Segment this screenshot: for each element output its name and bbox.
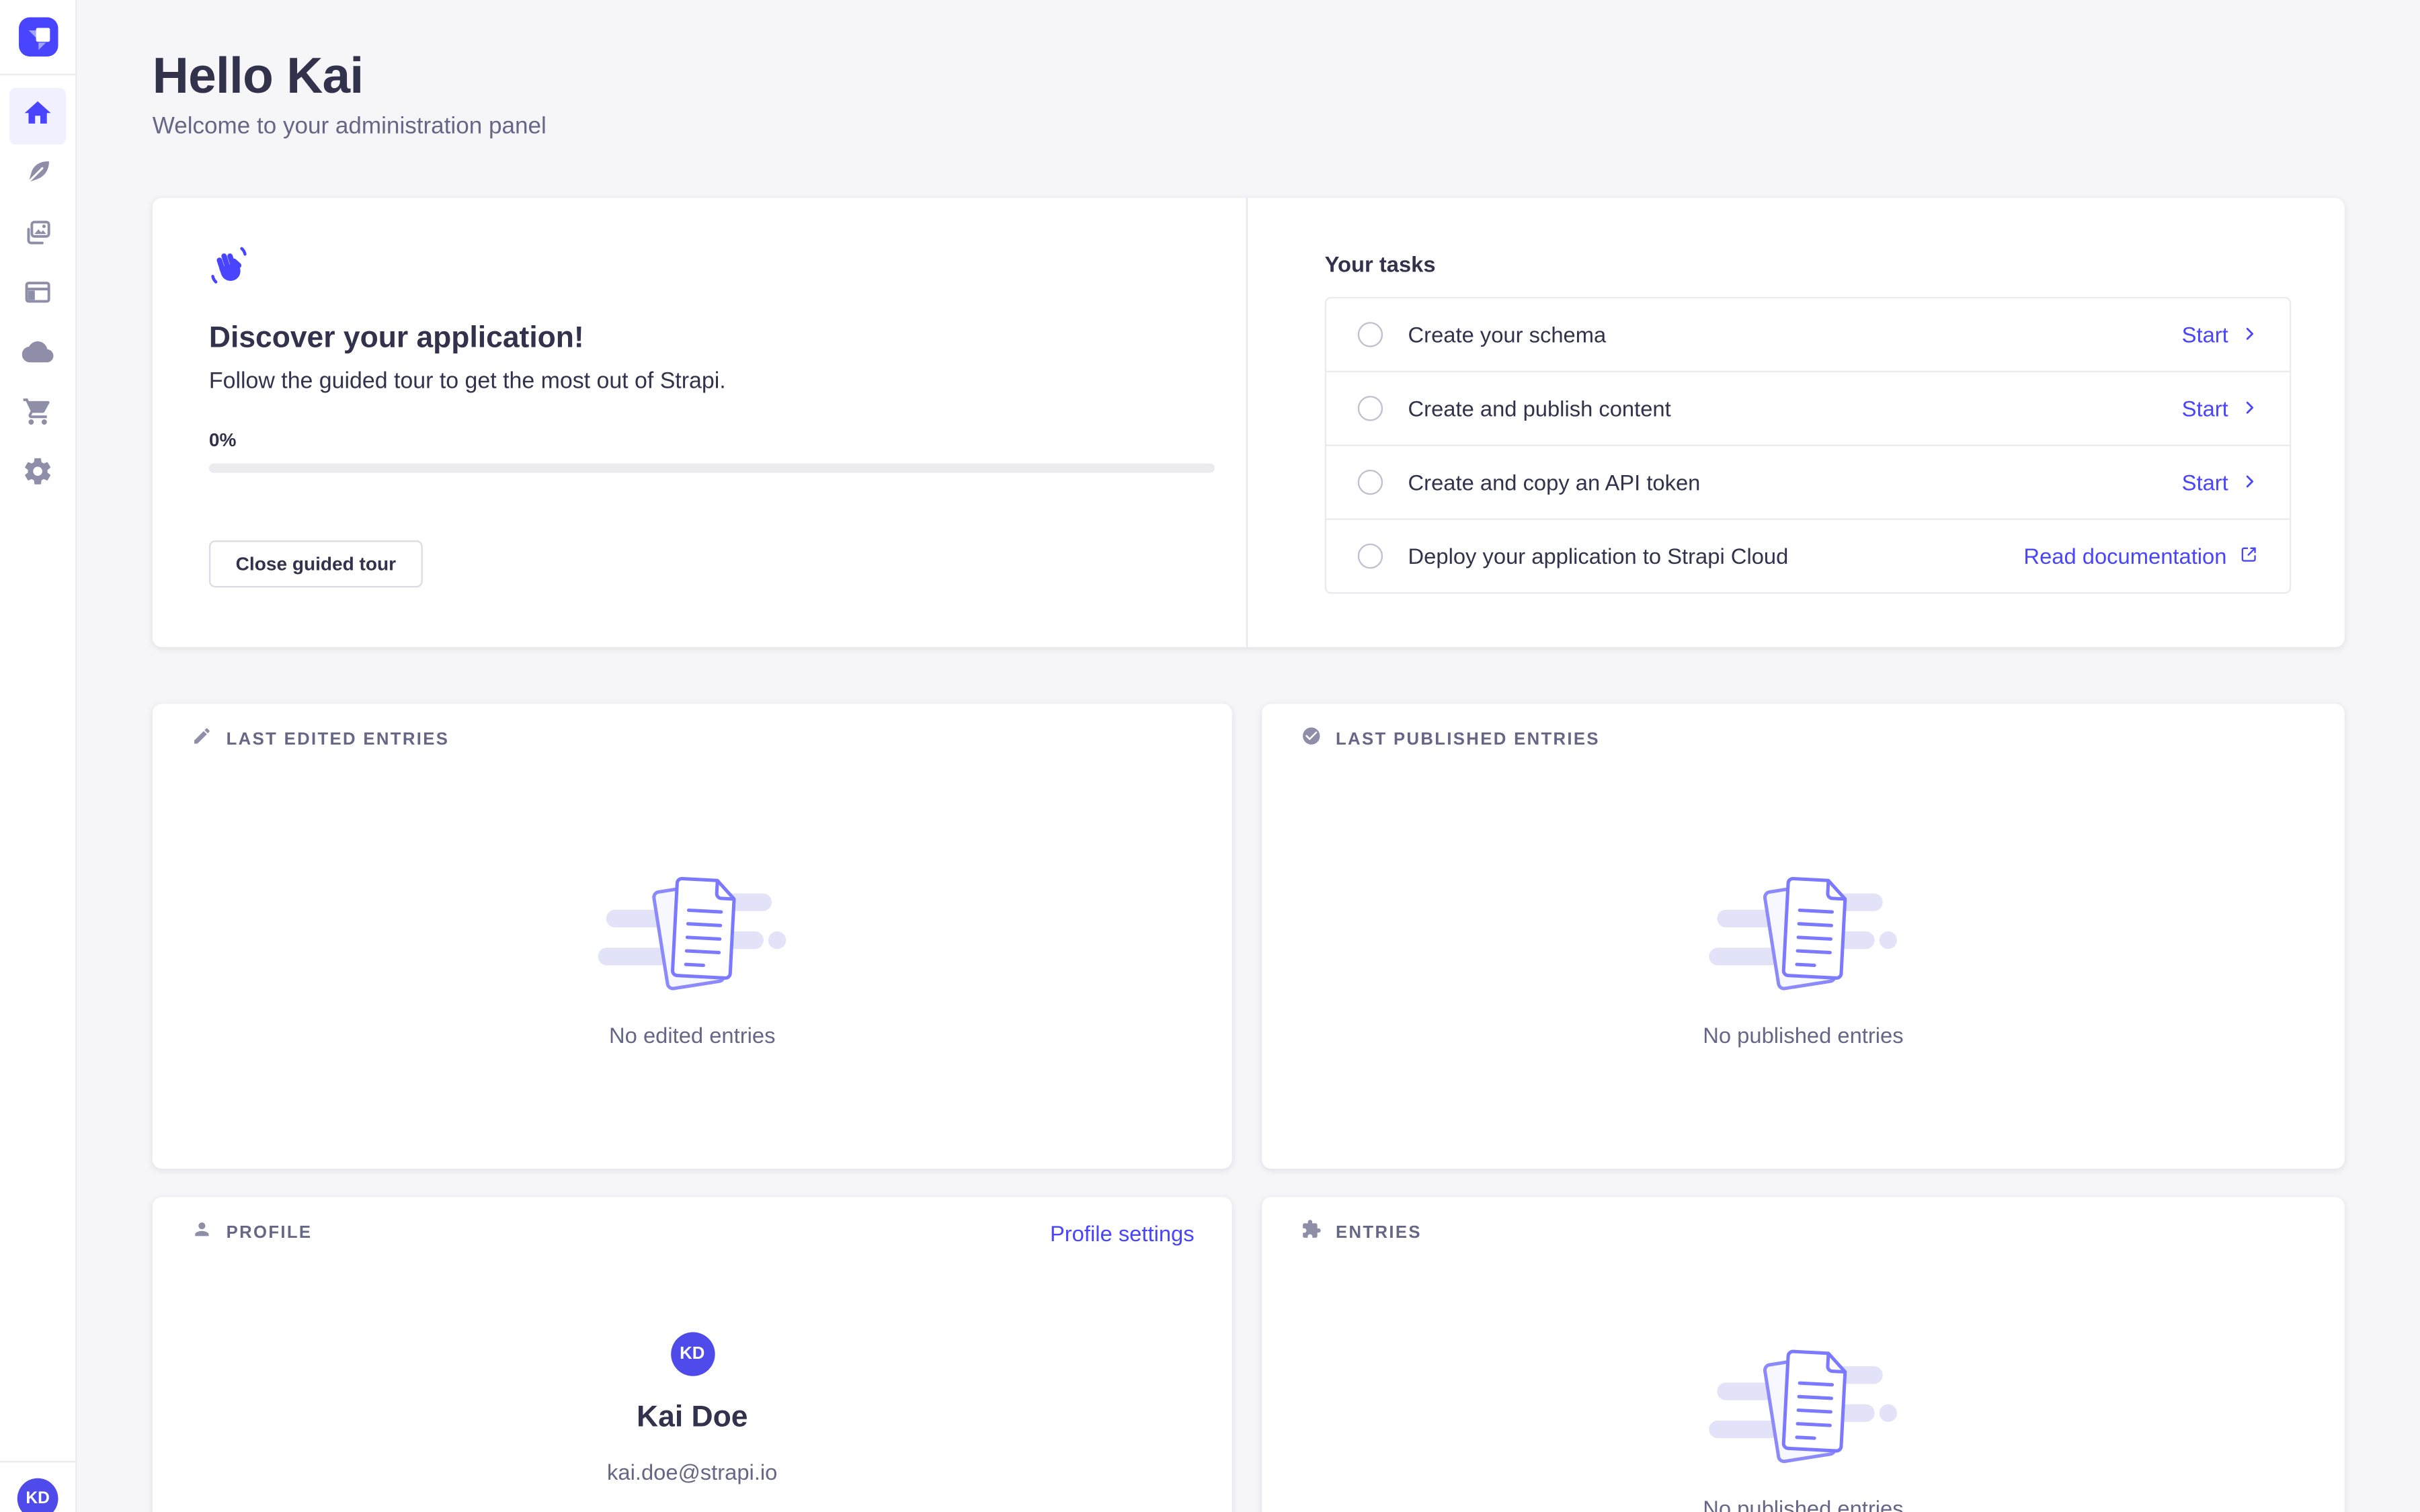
sidebar-item-media-library[interactable] [9, 208, 66, 264]
feather-icon [22, 157, 54, 196]
progress-bar [209, 464, 1215, 473]
task-status-circle [1358, 544, 1383, 569]
page-subtitle: Welcome to your administration panel [153, 113, 547, 140]
empty-state: No published entries [1262, 861, 2345, 1048]
sidebar: KD [0, 0, 77, 1512]
page-title: Hello Kai [153, 47, 364, 105]
chevron-right-icon [2241, 322, 2259, 347]
empty-documents-illustration [595, 861, 790, 1010]
profile-name: Kai Doe [637, 1401, 748, 1435]
empty-documents-illustration [1706, 861, 1901, 1010]
close-guided-tour-button[interactable]: Close guided tour [209, 540, 423, 587]
home-icon [22, 97, 54, 136]
task-label: Create and copy an API token [1408, 470, 2182, 495]
progress-label: 0% [209, 429, 237, 451]
task-row-create-schema[interactable]: Create your schema Start [1326, 298, 2290, 371]
empty-documents-illustration [1706, 1334, 1901, 1483]
last-edited-entries-widget: LAST EDITED ENTRIES [153, 704, 1232, 1169]
empty-state: No published entries [1262, 1334, 2345, 1512]
cloud-icon [22, 335, 54, 374]
sidebar-item-settings[interactable] [9, 446, 66, 503]
task-status-circle [1358, 396, 1383, 421]
wave-hand-icon [208, 243, 251, 295]
marketplace-cart-icon [22, 395, 54, 434]
task-status-circle [1358, 322, 1383, 347]
guided-tour-description: Follow the guided tour to get the most o… [209, 369, 726, 394]
empty-state-text: No published entries [1703, 1495, 1903, 1512]
profile-avatar: KD [670, 1332, 714, 1376]
task-label: Create and publish content [1408, 396, 2182, 421]
sidebar-item-cloud[interactable] [9, 327, 66, 383]
task-row-api-token[interactable]: Create and copy an API token Start [1326, 445, 2290, 519]
guided-tour-card: Discover your application! Follow the gu… [153, 198, 2345, 648]
strapi-logo-icon[interactable] [19, 17, 58, 56]
external-link-icon [2239, 544, 2258, 569]
layout-icon [22, 276, 54, 314]
sidebar-bottom-divider [0, 1461, 75, 1462]
sidebar-nav [9, 88, 66, 503]
pencil-icon [192, 726, 212, 754]
empty-state-text: No published entries [1703, 1023, 1903, 1048]
strapi-admin-homepage: KD Hello Kai Welcome to your administrat… [0, 0, 2420, 1512]
task-row-deploy-cloud[interactable]: Deploy your application to Strapi Cloud … [1326, 518, 2290, 592]
profile-body: KD Kai Doe kai.doe@strapi.io [153, 1332, 1232, 1512]
chevron-right-icon [2241, 396, 2259, 421]
entries-widget: ENTRIES [1262, 1197, 2345, 1512]
widget-title: LAST EDITED ENTRIES [227, 730, 450, 749]
last-published-entries-widget: LAST PUBLISHED ENTRIES [1262, 704, 2345, 1169]
profile-settings-link[interactable]: Profile settings [1050, 1220, 1195, 1245]
task-label: Deploy your application to Strapi Cloud [1408, 544, 2024, 569]
task-label: Create your schema [1408, 322, 2182, 347]
card-divider [1246, 198, 1248, 648]
check-circle-icon [1301, 726, 1322, 754]
task-start-link[interactable]: Start [2182, 396, 2259, 421]
profile-widget: PROFILE Profile settings KD Kai Doe kai.… [153, 1197, 1232, 1512]
empty-state: No edited entries [153, 861, 1232, 1048]
sidebar-divider [0, 74, 75, 75]
profile-email: kai.doe@strapi.io [607, 1460, 777, 1484]
widget-title: ENTRIES [1336, 1224, 1422, 1243]
tasks-title: Your tasks [1325, 251, 1436, 276]
sidebar-item-marketplace[interactable] [9, 386, 66, 443]
tasks-list: Create your schema Start Create and publ… [1325, 297, 2292, 594]
task-start-link[interactable]: Start [2182, 322, 2259, 347]
widget-title: LAST PUBLISHED ENTRIES [1336, 730, 1600, 749]
guided-tour-title: Discover your application! [209, 322, 584, 356]
task-start-link[interactable]: Start [2182, 470, 2259, 495]
widget-title: PROFILE [227, 1224, 313, 1243]
settings-gear-icon [22, 455, 54, 494]
person-icon [192, 1219, 212, 1247]
chevron-right-icon [2241, 470, 2259, 495]
task-status-circle [1358, 470, 1383, 495]
empty-state-text: No edited entries [609, 1023, 775, 1048]
sidebar-item-home[interactable] [9, 88, 66, 144]
task-read-documentation-link[interactable]: Read documentation [2023, 544, 2258, 569]
task-row-create-content[interactable]: Create and publish content Start [1326, 371, 2290, 445]
sidebar-item-content-manager[interactable] [9, 148, 66, 204]
puzzle-icon [1301, 1219, 1322, 1247]
sidebar-item-content-type-builder[interactable] [9, 267, 66, 323]
sidebar-user-avatar[interactable]: KD [17, 1478, 58, 1512]
media-library-icon [22, 216, 54, 255]
